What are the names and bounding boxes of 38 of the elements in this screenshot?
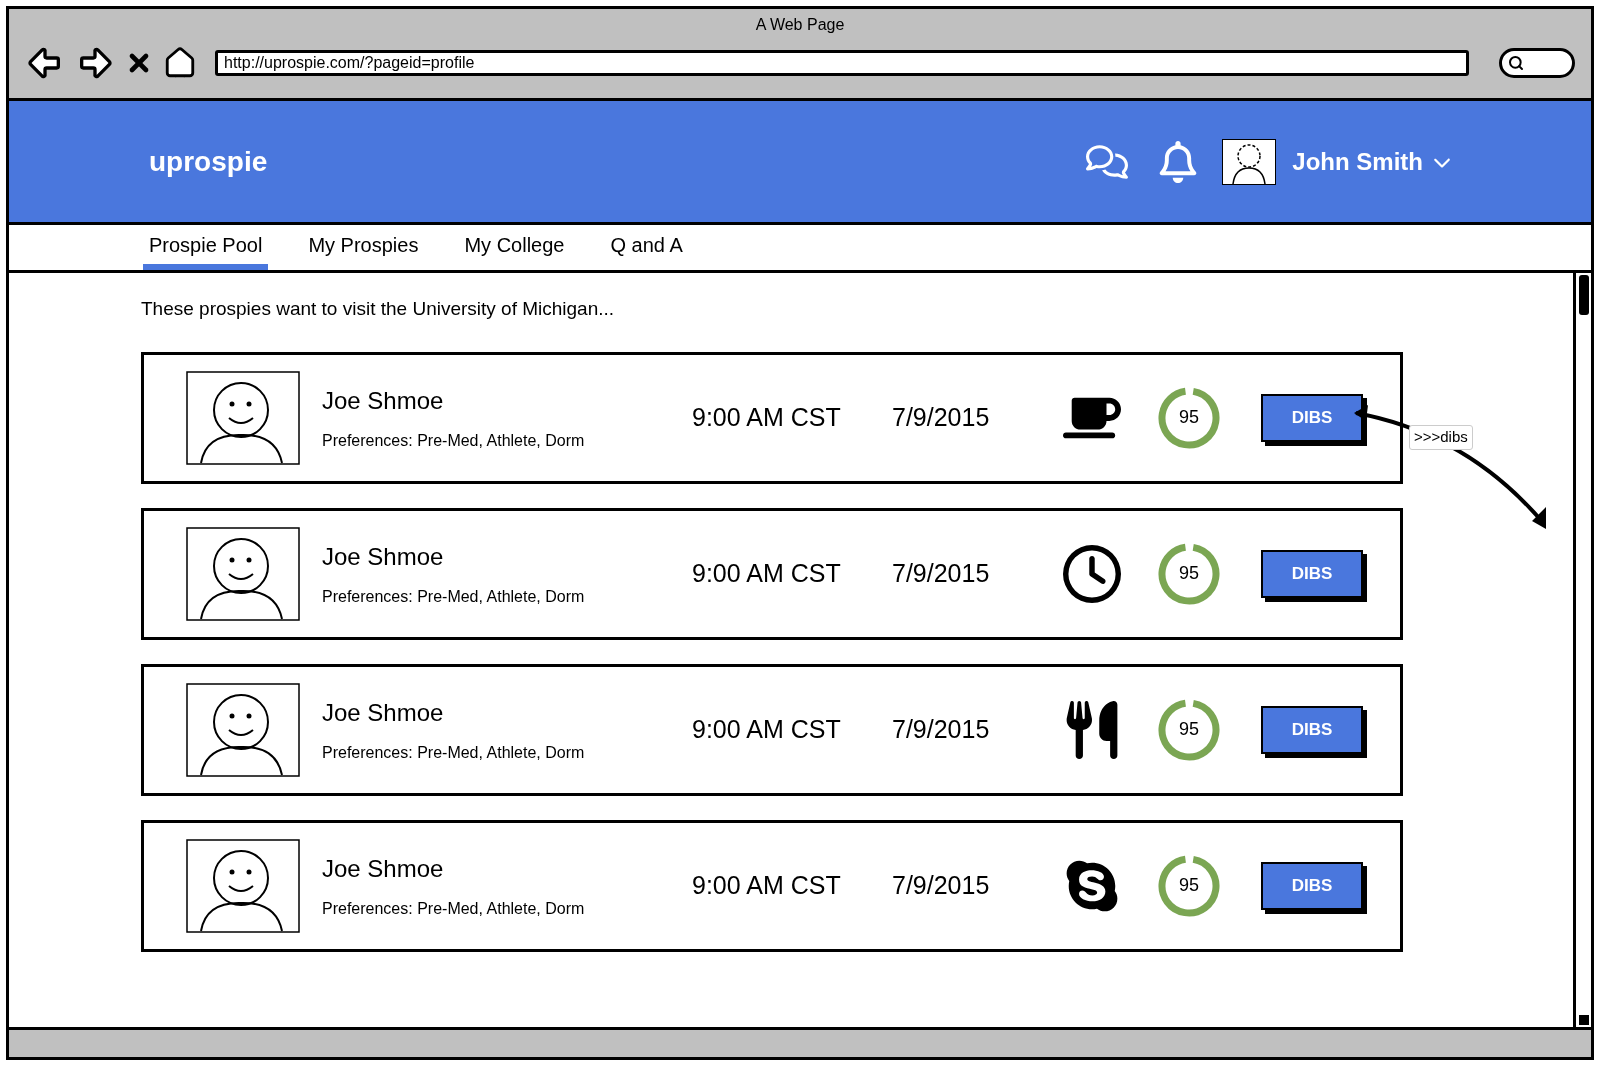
site-logo[interactable]: uprospie bbox=[149, 140, 268, 183]
prospie-preferences: Preferences: Pre-Med, Athlete, Dorm bbox=[322, 898, 586, 919]
visit-time: 9:00 AM CST bbox=[692, 401, 842, 433]
visit-date: 7/9/2015 bbox=[892, 557, 991, 589]
search-field[interactable] bbox=[1499, 48, 1575, 78]
visit-date: 7/9/2015 bbox=[892, 713, 991, 745]
nav-tab[interactable]: My College bbox=[458, 230, 571, 270]
intro-text: These prospies want to visit the University of Michigan... bbox=[141, 297, 616, 321]
prospie-name: Joe Shmoe bbox=[322, 541, 445, 572]
home-icon[interactable] bbox=[163, 46, 197, 80]
prospie-preferences: Preferences: Pre-Med, Athlete, Dorm bbox=[322, 742, 586, 763]
window-title: A Web Page bbox=[754, 15, 846, 35]
visit-time: 9:00 AM CST bbox=[692, 557, 842, 589]
scrollbar[interactable] bbox=[1573, 273, 1591, 1027]
score-value: 95 bbox=[1178, 406, 1200, 429]
prospie-name: Joe Shmoe bbox=[322, 697, 445, 728]
nav-tab[interactable]: Prospie Pool bbox=[143, 230, 269, 270]
score-value: 95 bbox=[1178, 718, 1200, 741]
visit-date: 7/9/2015 bbox=[892, 869, 991, 901]
prospie-preferences: Preferences: Pre-Med, Athlete, Dorm bbox=[322, 430, 586, 451]
clock-icon bbox=[1063, 544, 1121, 603]
search-icon bbox=[1508, 55, 1524, 71]
nav-tab[interactable]: My Prospies bbox=[302, 230, 425, 270]
user-menu[interactable]: John Smith bbox=[1292, 143, 1451, 180]
address-field[interactable]: http://uprospie.com/?pageid=profile bbox=[215, 50, 1469, 76]
score-value: 95 bbox=[1178, 874, 1200, 897]
chat-icon[interactable] bbox=[1086, 142, 1129, 181]
visit-date: 7/9/2015 bbox=[892, 401, 991, 433]
prospie-name: Joe Shmoe bbox=[322, 385, 445, 416]
bell-icon[interactable] bbox=[1158, 140, 1199, 183]
visit-time: 9:00 AM CST bbox=[692, 713, 842, 745]
annotation-label: >>>dibs bbox=[1409, 425, 1473, 450]
score-value: 95 bbox=[1178, 562, 1200, 585]
prospie-preferences: Preferences: Pre-Med, Athlete, Dorm bbox=[322, 586, 586, 607]
nav-tab[interactable]: Q and A bbox=[604, 230, 689, 270]
prospie-name: Joe Shmoe bbox=[322, 853, 445, 884]
visit-time: 9:00 AM CST bbox=[692, 869, 842, 901]
user-avatar[interactable] bbox=[1222, 138, 1277, 185]
